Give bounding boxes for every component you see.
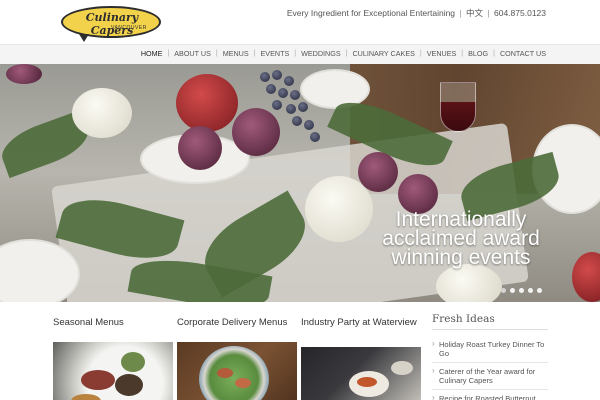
nav-culinary-cakes[interactable]: CULINARY CAKES (352, 49, 414, 58)
plum (358, 152, 398, 192)
grape (272, 100, 282, 110)
grape (290, 90, 300, 100)
card-title[interactable]: Industry Party at Waterview (301, 318, 421, 328)
fresh-ideas-sidebar: Fresh Ideas Holiday Roast Turkey Dinner … (432, 313, 548, 400)
nav-separator: | (167, 50, 170, 57)
phone-number[interactable]: 604.875.0123 (494, 8, 546, 18)
site-logo[interactable]: Culinary Capers VANCOUVER (61, 6, 161, 42)
grape (298, 102, 308, 112)
food-item (391, 361, 413, 375)
nav-separator: | (345, 50, 348, 57)
hero-caption: Internationally acclaimed award winning … (366, 209, 556, 269)
nav-weddings[interactable]: WEDDINGS (301, 49, 341, 58)
nav-venues[interactable]: VENUES (427, 49, 457, 58)
nav-events[interactable]: EVENTS (261, 49, 290, 58)
nav-menus[interactable]: MENUS (223, 49, 249, 58)
food-item (115, 374, 143, 396)
pomegranate (176, 74, 238, 132)
grape (272, 70, 282, 80)
grape (310, 132, 320, 142)
grape (260, 72, 270, 82)
grape (284, 76, 294, 86)
food-item (81, 370, 115, 390)
white-pumpkin (72, 88, 132, 138)
card-image-corporate-delivery[interactable] (177, 342, 297, 400)
slide-dot[interactable] (519, 288, 524, 293)
nav-separator: | (493, 50, 495, 57)
card-title[interactable]: Corporate Delivery Menus (177, 318, 297, 328)
plum (232, 108, 280, 156)
grape (266, 84, 276, 94)
card-image-seasonal-menus[interactable] (53, 342, 173, 400)
pomegranate (572, 252, 600, 302)
grape (304, 120, 314, 130)
card-title[interactable]: Seasonal Menus (53, 318, 173, 328)
grape (278, 88, 288, 98)
food-item (235, 378, 251, 388)
grape (292, 116, 302, 126)
top-bar: Every Ingredient for Exceptional Enterta… (287, 7, 546, 19)
sidebar-title: Fresh Ideas (432, 313, 548, 330)
sidebar-post-link[interactable]: Recipe for Roasted Butternut (432, 390, 548, 400)
tagline-text: Every Ingredient for Exceptional Enterta… (286, 8, 456, 18)
food-item (217, 368, 233, 378)
nav-separator: | (215, 50, 218, 57)
logo-subtitle: VANCOUVER (111, 25, 147, 31)
white-pumpkin (436, 264, 502, 302)
food-item (121, 352, 145, 372)
wine-glass (440, 82, 476, 132)
nav-separator: | (294, 50, 297, 57)
feature-card-corporate-delivery[interactable]: Corporate Delivery Menus (177, 318, 297, 400)
sidebar-post-link[interactable]: Holiday Roast Turkey Dinner To Go (432, 336, 548, 363)
card-image-industry-party[interactable] (301, 347, 421, 400)
nav-home[interactable]: HOME (141, 49, 163, 58)
slider-dots (501, 288, 546, 293)
nav-separator: | (253, 50, 256, 57)
nav-about-us[interactable]: ABOUT US (174, 49, 211, 58)
plum (6, 64, 42, 84)
language-link[interactable]: 中文 (466, 8, 483, 18)
separator: | (487, 8, 490, 18)
site-header: Culinary Capers VANCOUVER Every Ingredie… (0, 0, 600, 64)
nav-separator: | (461, 50, 464, 57)
slide-dot[interactable] (528, 288, 533, 293)
hero-slider[interactable]: Internationally acclaimed award winning … (0, 64, 600, 302)
feature-card-industry-party[interactable]: Industry Party at Waterview (301, 318, 421, 400)
hero-caption-line: winning events (391, 246, 531, 269)
slide-dot[interactable] (501, 288, 506, 293)
logo-text: Culinary Capers (85, 11, 139, 37)
feature-card-seasonal-menus[interactable]: Seasonal Menus (53, 318, 173, 400)
slide-dot[interactable] (510, 288, 515, 293)
food-item (71, 394, 101, 400)
sidebar-post-link[interactable]: Caterer of the Year award for Culinary C… (432, 363, 548, 390)
nav-list: HOME | ABOUT US | MENUS | EVENTS | WEDDI… (141, 49, 546, 58)
grape (286, 104, 296, 114)
nav-blog[interactable]: BLOG (468, 49, 488, 58)
separator: | (459, 8, 462, 18)
slide-dot[interactable] (537, 288, 542, 293)
nav-separator: | (419, 50, 422, 57)
main-nav: HOME | ABOUT US | MENUS | EVENTS | WEDDI… (0, 44, 600, 64)
nav-contact-us[interactable]: CONTACT US (500, 49, 546, 58)
plum (178, 126, 222, 170)
food-item (357, 377, 377, 387)
salad-bowl (199, 346, 269, 400)
